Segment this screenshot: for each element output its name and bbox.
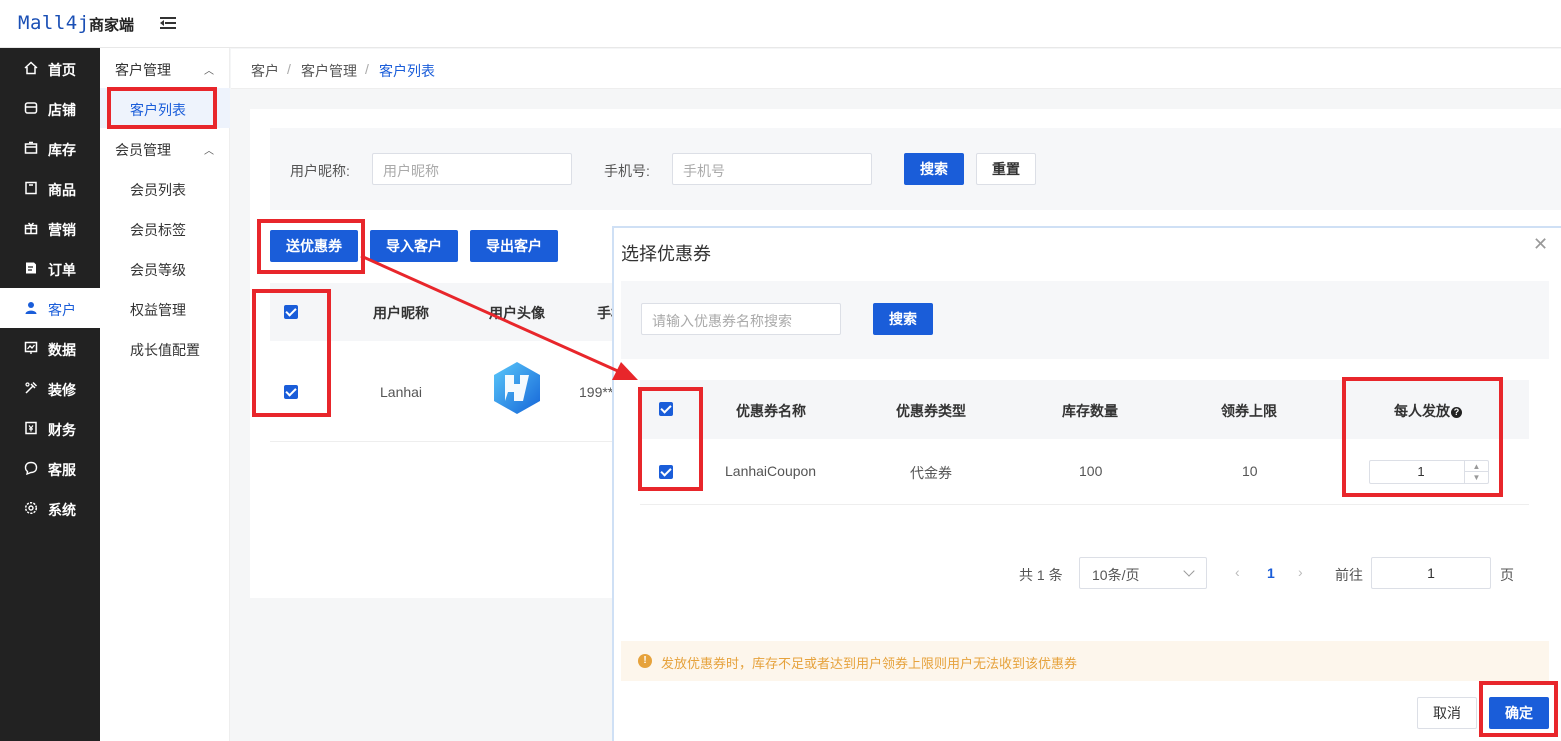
sidebar-item-finance[interactable]: 财务 [0,408,100,448]
goto-page-input[interactable]: 1 [1371,557,1491,589]
sidebar-item-customers[interactable]: 客户 [0,288,100,328]
goto-label: 前往 [1335,567,1363,583]
search-button[interactable]: 搜索 [904,153,964,185]
column-header: 用户昵称 [373,305,429,321]
settings-icon [24,501,38,515]
pager-total: 共 1 条 [1019,567,1063,583]
logo: Mall4j [18,12,90,34]
highlight-box [1479,681,1558,737]
sidebar-item-orders[interactable]: 订单 [0,248,100,288]
sidebar-item-decoration[interactable]: 装修 [0,368,100,408]
sidebar-item-store[interactable]: 店铺 [0,88,100,128]
main-sidebar: 首页 店铺 库存 商品 营销 订单 客户 数据 装修 财务 客服 系统 [0,48,100,741]
chevron-up-icon[interactable]: ︿ [204,62,214,77]
page-number-current[interactable]: 1 [1267,565,1275,581]
menu-group-customer-management[interactable]: 客户管理 [115,60,171,80]
user-icon [25,302,37,314]
column-header: 优惠券类型 [896,403,966,419]
cancel-button[interactable]: 取消 [1417,697,1477,729]
column-header: 优惠券名称 [736,403,806,419]
close-icon[interactable]: ✕ [1533,234,1548,255]
phone-input[interactable]: 手机号 [672,153,872,185]
highlight-box [257,219,365,274]
reset-button[interactable]: 重置 [976,153,1036,185]
chevron-down-icon [1183,565,1195,577]
app-subtitle: 商家端 [89,17,135,34]
warning-notice: ! 发放优惠券时，库存不足或者达到用户领券上限则用户无法收到该优惠券 [621,641,1549,681]
notice-text: 发放优惠券时，库存不足或者达到用户领券上限则用户无法收到该优惠券 [661,656,1078,671]
column-header: 用户头像 [489,305,545,321]
breadcrumb-current: 客户列表 [379,63,435,79]
next-page-icon[interactable]: › [1298,564,1303,580]
customer-nickname: Lanhai [380,384,423,400]
prev-page-icon[interactable]: ‹ [1235,564,1240,580]
phone-label: 手机号: [604,163,650,179]
nickname-label: 用户昵称: [290,163,350,179]
coupon-search-button[interactable]: 搜索 [873,303,933,335]
warning-icon: ! [638,654,652,668]
order-icon [26,262,36,274]
sidebar-item-system[interactable]: 系统 [0,488,100,528]
nickname-input[interactable]: 用户昵称 [372,153,572,185]
top-header: Mall4j 商家端 [0,0,1561,48]
export-customers-button[interactable]: 导出客户 [470,230,558,262]
user-avatar [494,362,540,414]
sidebar-item-data[interactable]: 数据 [0,328,100,368]
product-icon [25,181,37,195]
sidebar-item-home[interactable]: 首页 [0,48,100,88]
store-icon [24,102,38,114]
coupon-limit: 10 [1242,463,1258,479]
highlight-box [638,387,703,491]
gift-icon [24,222,38,235]
sidebar-item-inventory[interactable]: 库存 [0,128,100,168]
highlight-box [107,87,217,129]
menu-fold-icon[interactable] [160,15,178,31]
breadcrumb-item[interactable]: 客户管理 [301,61,357,81]
coupon-search-input[interactable]: 请输入优惠券名称搜索 [641,303,841,335]
menu-item-member-list[interactable]: 会员列表 [130,180,186,200]
breadcrumb: 客户 / 客户管理 / 客户列表 [231,49,1561,89]
inventory-icon [24,141,38,154]
highlight-box [1342,377,1503,497]
column-header: 领券上限 [1221,403,1277,419]
secondary-menu: 客户管理 ︿ 客户列表 会员管理 ︿ 会员列表 会员标签 会员等级 权益管理 成… [100,48,230,741]
breadcrumb-item[interactable]: 客户 [251,61,279,81]
menu-item-member-tags[interactable]: 会员标签 [130,220,186,240]
sidebar-item-products[interactable]: 商品 [0,168,100,208]
sidebar-item-service[interactable]: 客服 [0,448,100,488]
highlight-box [252,289,331,417]
chart-icon [24,341,38,354]
coupon-name: LanhaiCoupon [725,463,817,479]
coupon-type: 代金券 [910,465,952,481]
customer-phone: 199** [579,384,614,400]
sidebar-item-marketing[interactable]: 营销 [0,208,100,248]
chat-icon [24,461,38,475]
chevron-up-icon[interactable]: ︿ [204,142,214,157]
coupon-stock: 100 [1079,463,1103,479]
column-header: 库存数量 [1062,403,1118,419]
menu-group-member-management[interactable]: 会员管理 [115,140,171,160]
menu-item-benefits[interactable]: 权益管理 [130,300,186,320]
page-size-select[interactable]: 10条/页 [1079,557,1207,589]
home-icon [24,61,38,75]
menu-item-member-levels[interactable]: 会员等级 [130,260,186,280]
page-unit-label: 页 [1500,567,1514,583]
import-customers-button[interactable]: 导入客户 [370,230,458,262]
finance-icon [25,421,37,435]
dialog-title: 选择优惠券 [621,244,711,264]
decorate-icon [25,381,38,394]
menu-item-growth-config[interactable]: 成长值配置 [130,340,200,360]
